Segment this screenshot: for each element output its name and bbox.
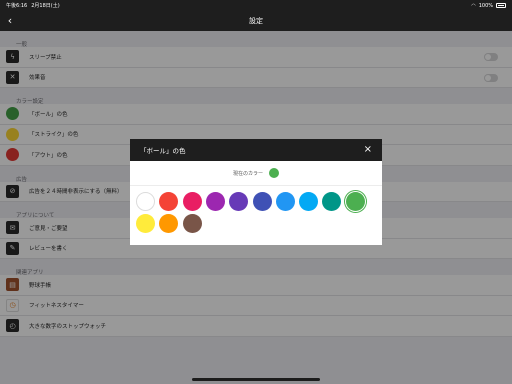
color-swatch[interactable] xyxy=(299,192,319,211)
home-indicator xyxy=(192,378,320,381)
color-picker-dialog: 「ボール」の色 × 現在のカラー xyxy=(130,139,382,245)
current-color-swatch xyxy=(269,168,279,178)
battery-icon xyxy=(496,3,506,8)
color-swatch[interactable] xyxy=(205,192,225,211)
color-swatch[interactable] xyxy=(275,192,295,211)
color-swatch[interactable] xyxy=(136,214,156,233)
color-swatch[interactable] xyxy=(159,214,179,233)
dialog-title: 「ボール」の色 xyxy=(140,147,186,155)
status-bar: 午後6:16 2月18日(土) ◠ 100% xyxy=(0,0,512,11)
chevron-left-icon[interactable]: ‹ xyxy=(4,14,16,28)
color-swatch[interactable] xyxy=(345,192,365,211)
current-color-row: 現在のカラー xyxy=(130,161,382,186)
current-color-label: 現在のカラー xyxy=(232,170,263,177)
page-title: 設定 xyxy=(249,17,263,25)
color-swatch[interactable] xyxy=(252,192,272,211)
color-swatch[interactable] xyxy=(182,192,202,211)
nav-bar: ‹ 設定 xyxy=(0,11,512,31)
color-swatch[interactable] xyxy=(182,214,202,233)
color-swatch[interactable] xyxy=(136,192,156,211)
status-date: 2月18日(土) xyxy=(31,3,60,9)
color-swatch[interactable] xyxy=(229,192,249,211)
wifi-icon: ◠ xyxy=(471,2,476,9)
close-icon[interactable]: × xyxy=(364,145,372,155)
battery-percent: 100% xyxy=(478,2,493,9)
color-palette xyxy=(130,186,382,236)
color-swatch[interactable] xyxy=(159,192,179,211)
status-time: 午後6:16 xyxy=(6,3,28,9)
dialog-header: 「ボール」の色 × xyxy=(130,139,382,161)
color-swatch[interactable] xyxy=(322,192,342,211)
